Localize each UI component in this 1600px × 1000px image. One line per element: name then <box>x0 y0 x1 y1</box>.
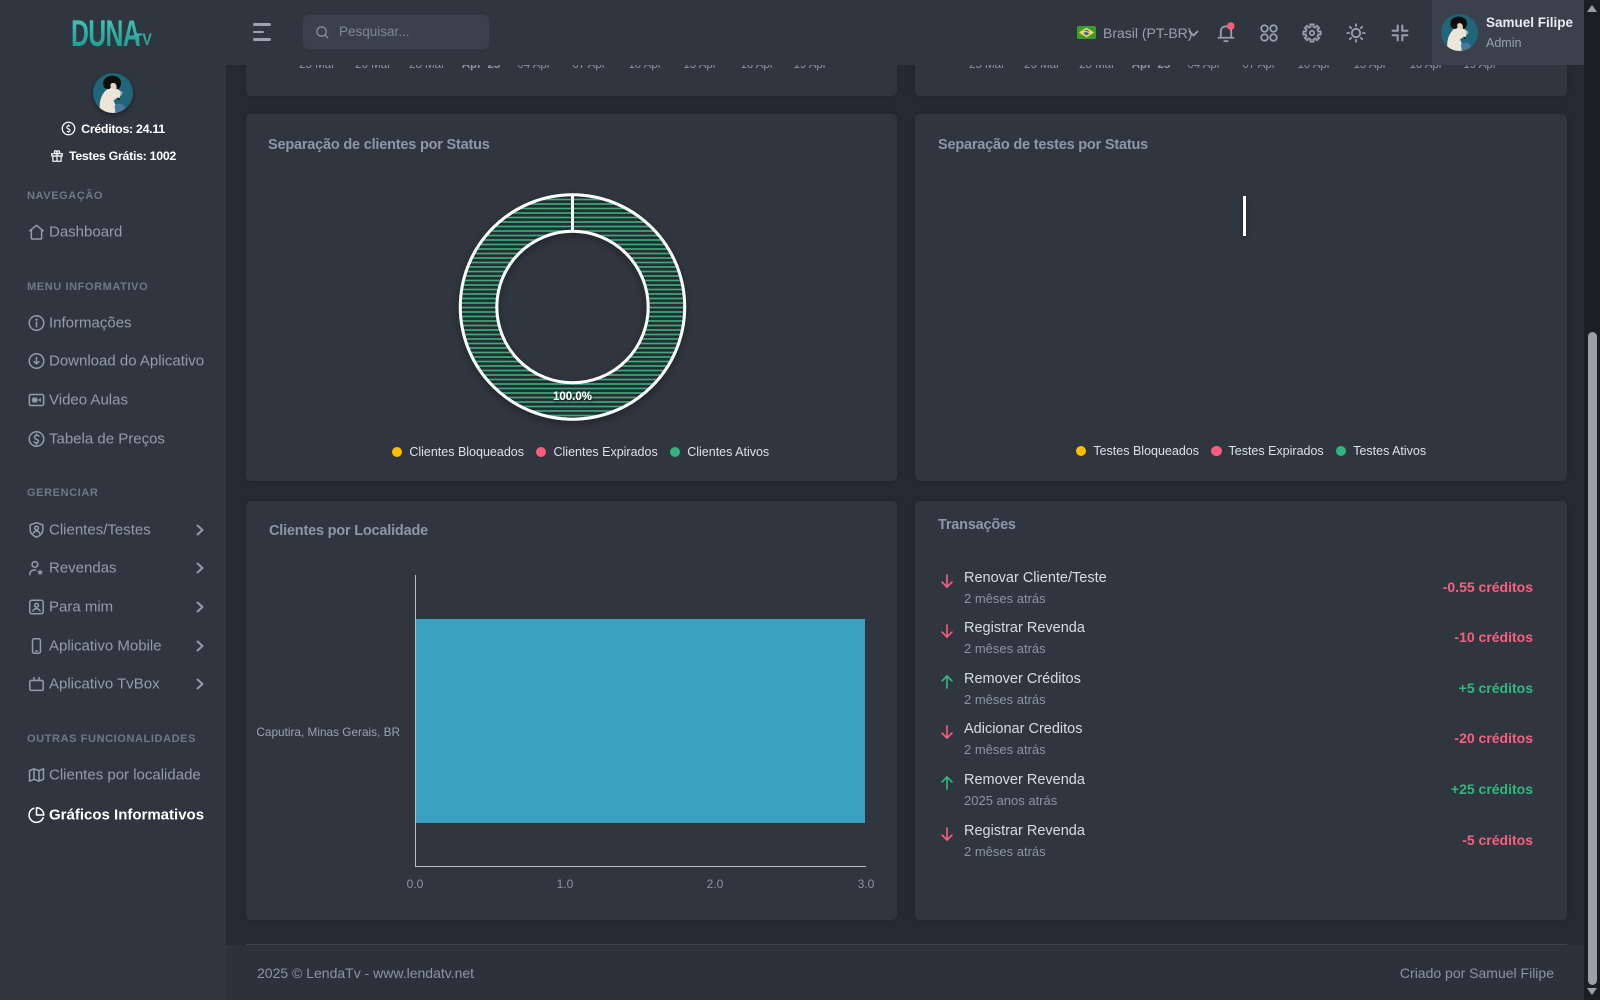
svg-text:100.0%: 100.0% <box>553 391 592 403</box>
